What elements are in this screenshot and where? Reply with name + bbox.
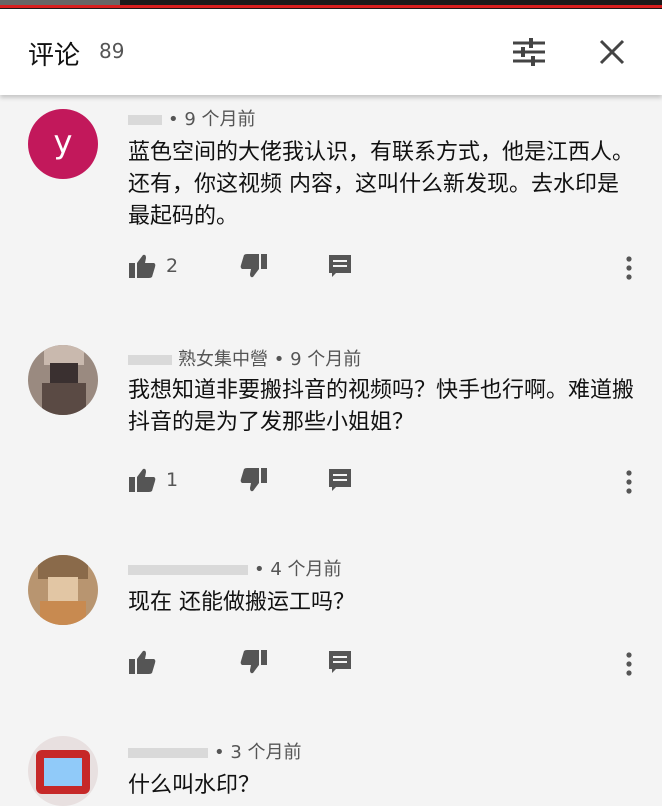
- like-count: 2: [166, 255, 179, 277]
- more-vert-icon: [626, 470, 632, 494]
- masked-author-name: [128, 115, 162, 125]
- comment-meta: • 3 个月前: [128, 738, 302, 764]
- like-button[interactable]: [128, 253, 156, 279]
- comment-actions: 1: [128, 467, 648, 495]
- dislike-button[interactable]: [240, 649, 268, 675]
- like-count: 1: [166, 469, 179, 491]
- more-vert-icon: [626, 652, 632, 676]
- like-icon: [129, 468, 156, 492]
- sort-filter-button[interactable]: [511, 35, 547, 69]
- reply-icon: [329, 469, 351, 491]
- reply-button[interactable]: [328, 254, 352, 278]
- close-icon: [599, 39, 625, 65]
- comment-text: 蓝色空间的大佬我认识，有联系方式，他是江西人。还有，你这视频 内容，这叫什么新发…: [128, 140, 635, 229]
- like-icon: [129, 650, 156, 674]
- comment-item: • 4 个月前 现在 还能做搬运工吗？: [0, 525, 662, 709]
- masked-author-name: [128, 355, 172, 365]
- like-button[interactable]: [128, 467, 156, 493]
- comment-item: y • 9 个月前 蓝色空间的大佬我认识，有联系方式，他是江西人。还有，你这视频…: [0, 95, 662, 314]
- comment-author: 熟女集中營: [178, 349, 268, 370]
- comment-meta: • 9 个月前: [128, 105, 256, 131]
- comment-text: 什么叫水印？: [128, 773, 261, 798]
- like-icon: [129, 254, 156, 278]
- reply-button[interactable]: [328, 468, 352, 492]
- comment-meta: 熟女集中營 • 9 个月前: [128, 345, 361, 371]
- dislike-icon: [240, 650, 267, 674]
- comment-time: • 9 个月前: [273, 349, 362, 370]
- avatar[interactable]: [28, 345, 98, 415]
- dislike-icon: [240, 254, 267, 278]
- comment-actions: 2: [128, 253, 648, 281]
- comment-time: • 4 个月前: [254, 559, 342, 580]
- like-button[interactable]: [128, 649, 156, 675]
- avatar[interactable]: y: [28, 109, 98, 179]
- comment-meta: • 4 个月前: [128, 555, 342, 581]
- comment-time: • 9 个月前: [168, 109, 256, 130]
- progress-bar: [0, 5, 662, 8]
- filter-icon: [513, 38, 545, 66]
- avatar[interactable]: [28, 736, 98, 806]
- more-options-button[interactable]: [622, 255, 636, 281]
- avatar[interactable]: [28, 555, 98, 625]
- dislike-button[interactable]: [240, 253, 268, 279]
- masked-author-name: [128, 748, 208, 758]
- comments-header: 评论 89: [0, 9, 662, 95]
- comment-time: • 3 个月前: [214, 742, 302, 763]
- dislike-button[interactable]: [240, 467, 268, 493]
- reply-icon: [329, 651, 351, 673]
- more-vert-icon: [626, 256, 632, 280]
- video-progress-strip: [0, 0, 662, 9]
- comment-item: 熟女集中營 • 9 个月前 我想知道非要搬抖音的视频吗？快手也行啊。难道搬抖音的…: [0, 313, 662, 526]
- comment-item: • 3 个月前 什么叫水印？: [0, 708, 662, 806]
- comment-actions: [128, 649, 648, 677]
- close-button[interactable]: [595, 35, 629, 69]
- dislike-icon: [240, 468, 267, 492]
- reply-icon: [329, 255, 351, 277]
- more-options-button[interactable]: [622, 469, 636, 495]
- more-options-button[interactable]: [622, 651, 636, 677]
- comment-text: 我想知道非要搬抖音的视频吗？快手也行啊。难道搬抖音的是为了发那些小姐姐？: [128, 378, 635, 435]
- comments-title: 评论: [28, 41, 81, 71]
- reply-button[interactable]: [328, 650, 352, 674]
- comment-text: 现在 还能做搬运工吗？: [128, 590, 355, 615]
- masked-author-name: [128, 565, 248, 575]
- comments-count: 89: [99, 39, 125, 63]
